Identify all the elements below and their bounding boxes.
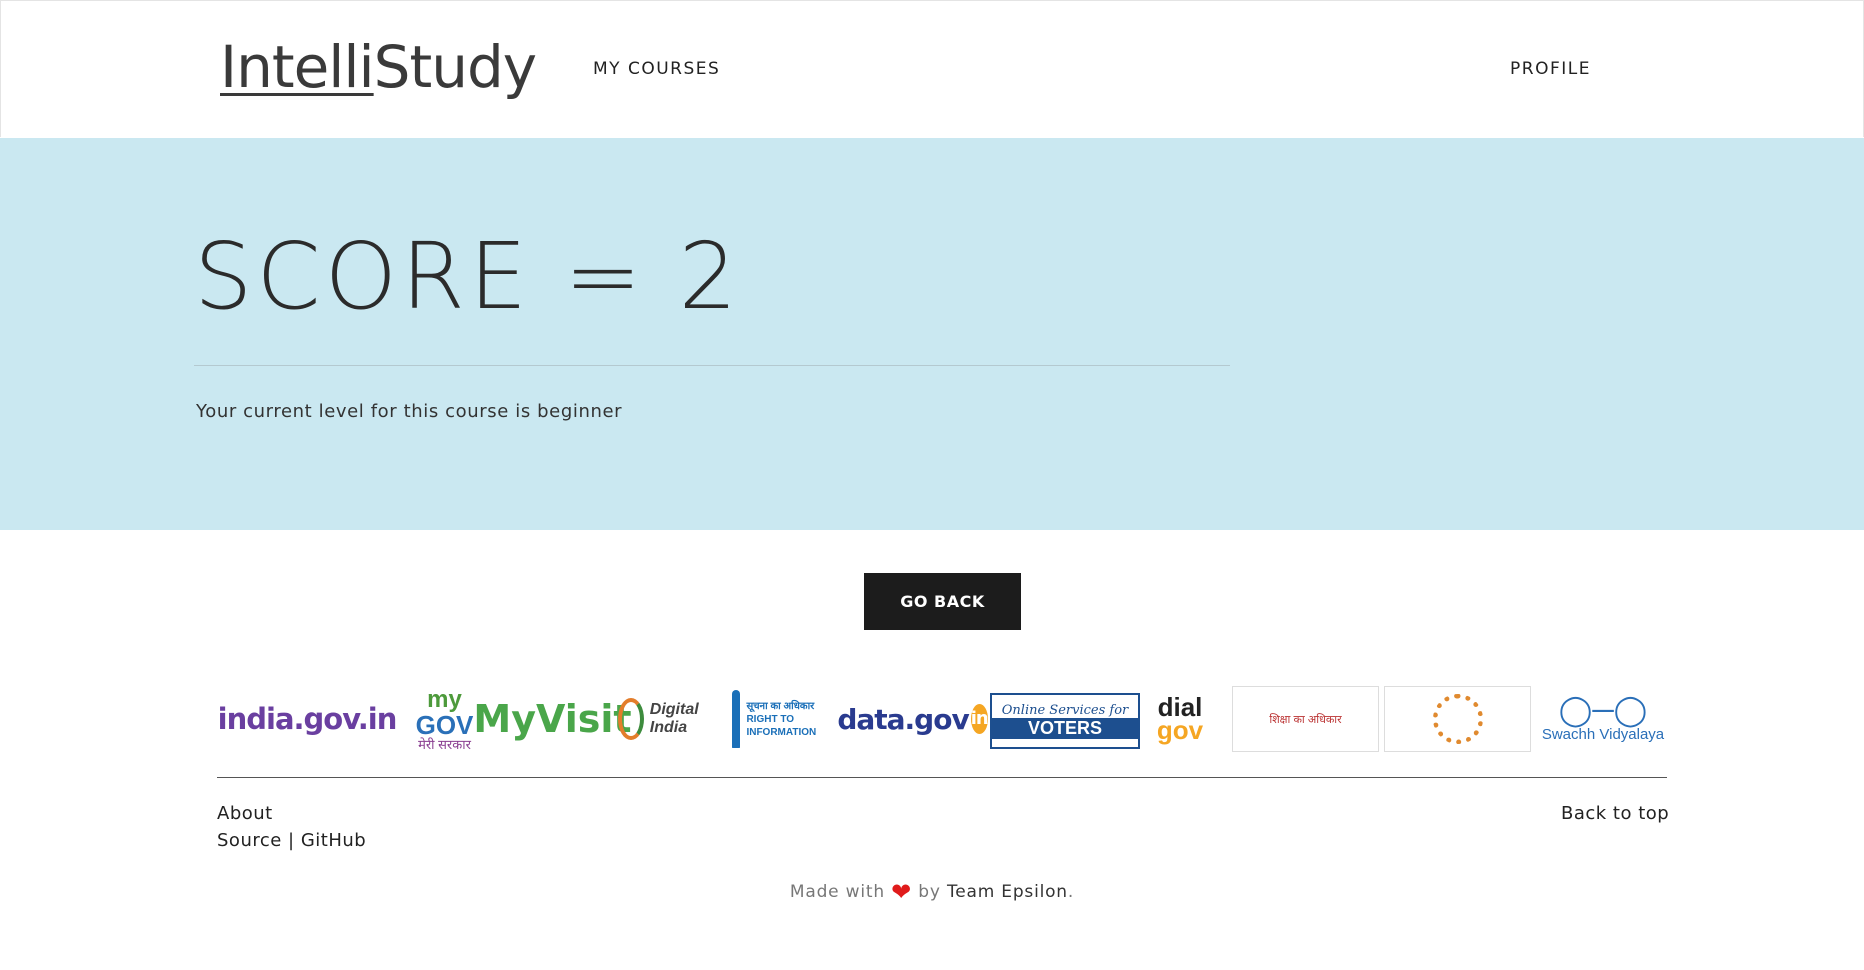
logo-dial-gov[interactable]: dial gov (1140, 682, 1220, 756)
logo-data-gov[interactable]: data.gov in (837, 682, 989, 756)
voters-top-text: Online Services for (1001, 703, 1129, 718)
footer-source-link[interactable]: Source | GitHub (217, 830, 366, 851)
footer-about-link[interactable]: About (217, 803, 273, 824)
brand-logo[interactable]: IntelliStudy (220, 33, 537, 101)
digital-india-ring-icon (618, 698, 644, 740)
nav-profile[interactable]: PROFILE (1510, 59, 1591, 79)
score-heading: SCORE = 2 (194, 223, 742, 330)
nav-my-courses[interactable]: MY COURSES (593, 59, 720, 79)
logo-voters[interactable]: Online Services for VOTERS (990, 693, 1140, 749)
swachh-text: Swachh Vidyalaya (1541, 725, 1665, 743)
navbar: IntelliStudy MY COURSES PROFILE (0, 0, 1864, 137)
gandhi-glasses-icon: ◯─◯ (1558, 693, 1648, 727)
digital-india-text: Digital India (649, 701, 699, 736)
period: . (1067, 882, 1075, 902)
divider (194, 365, 1230, 366)
footer-divider (217, 777, 1667, 778)
team-link[interactable]: Team Epsilon (947, 882, 1068, 902)
datagov-text: data.gov (837, 702, 969, 736)
logo-digital-india[interactable]: Digital India (618, 682, 723, 756)
rti-person-icon (732, 690, 741, 748)
rti-text: सूचना का अधिकार RIGHT TO INFORMATION (746, 700, 817, 738)
mygov-gov: GOV (415, 709, 474, 740)
mygov-hindi: मेरी सरकार (418, 736, 471, 752)
back-to-top-link[interactable]: Back to top (1561, 803, 1669, 824)
logo-right-to-education[interactable]: शिक्षा का अधिकार (1232, 686, 1379, 752)
logo-shaala[interactable] (1384, 686, 1531, 752)
logo-mygov[interactable]: my GOV मेरी सरकार (407, 682, 482, 756)
dial-gov-text: gov (1156, 715, 1204, 745)
logo-rti[interactable]: सूचना का अधिकार RIGHT TO INFORMATION (732, 682, 827, 756)
made-with-credit: Made with ❤ by Team Epsilon. (0, 878, 1864, 906)
logo-myvisit[interactable]: MyVisit (473, 682, 631, 756)
heart-icon: ❤ (891, 878, 913, 906)
go-back-button[interactable]: GO BACK (864, 573, 1021, 630)
voters-main-text: VOTERS (992, 718, 1138, 739)
brand-left: Intelli (220, 33, 375, 101)
level-text: Your current level for this course is be… (196, 401, 623, 422)
mygov-my: my (427, 685, 462, 713)
by-text: by (918, 882, 941, 902)
made-with-text: Made with (789, 882, 885, 902)
logo-india-gov[interactable]: india.gov.in (218, 682, 398, 756)
partner-logos: india.gov.in my GOV मेरी सरकार MyVisit D… (218, 682, 1672, 756)
score-banner: SCORE = 2 Your current level for this co… (0, 138, 1864, 530)
logo-swachh-vidyalaya[interactable]: ◯─◯ Swachh Vidyalaya (1534, 682, 1672, 756)
brand-right: Study (373, 33, 537, 101)
shaala-emblem-icon (1432, 694, 1483, 744)
datagov-in-badge: in (970, 704, 989, 734)
